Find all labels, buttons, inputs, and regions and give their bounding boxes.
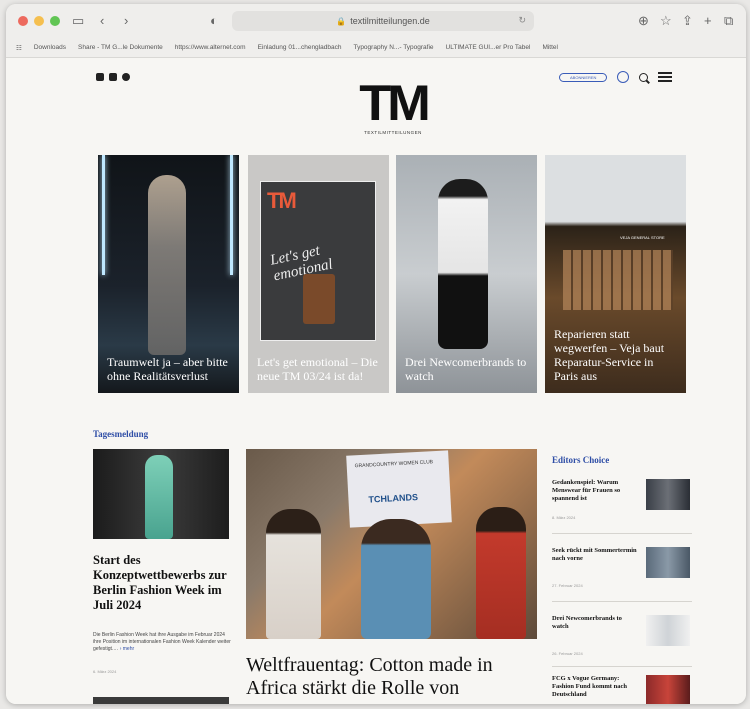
site-logo[interactable]: TM TEXTILMITTEILUNGEN — [356, 75, 431, 135]
bookmark-star-icon[interactable]: ☆ — [660, 13, 672, 29]
editors-choice-thumbnail — [646, 479, 690, 510]
divider — [552, 666, 692, 667]
divider — [552, 533, 692, 534]
read-more-link[interactable]: › mehr — [120, 646, 134, 652]
window-controls — [18, 16, 60, 26]
reload-icon[interactable]: ↻ — [518, 15, 526, 26]
teaser-caption: Let's get emotional – Die neue TM 03/24 … — [257, 355, 378, 383]
account-icon[interactable] — [617, 71, 630, 83]
browser-window: ▭ ‹ › ◐ 🔒 textilmitteilungen.de ↻ ⊕ ☆ ⇪ … — [6, 4, 746, 704]
editors-choice-item[interactable]: Gedankenspiel: Warum Menswear für Frauen… — [552, 479, 692, 535]
editors-choice-title: Drei Newcomerbrands to watch — [552, 615, 622, 630]
bookmark-item[interactable]: Mittel — [542, 44, 558, 51]
next-article-image[interactable] — [93, 697, 229, 704]
privacy-shield-icon[interactable]: ◐ — [210, 13, 218, 29]
editors-choice-item[interactable]: FCG x Vogue Germany: Fashion Fund kommt … — [552, 675, 692, 704]
chair-image — [303, 274, 335, 324]
header-actions: ABONNIEREN — [559, 71, 673, 83]
minimize-window-button[interactable] — [34, 16, 44, 26]
person-figure — [476, 507, 526, 639]
neon-decoration — [230, 155, 233, 275]
tagesmeldung-title[interactable]: Start des Konzeptwettbewerbs zur Berlin … — [93, 553, 233, 613]
tagesmeldung-image[interactable] — [93, 449, 229, 539]
logo-mark: TM — [359, 75, 431, 131]
tagesmeldung-text: Die Berlin Fashion Week hat ihre Ausgabe… — [93, 632, 233, 653]
fashion-model-image — [145, 455, 173, 539]
back-icon[interactable]: ‹ — [100, 13, 104, 29]
bookmarks-bar: ☷ Downloads Share - TM G...le Dokumente … — [6, 38, 746, 58]
editors-choice-date: 26. Februar 2024 — [552, 651, 583, 656]
tab-overview-icon[interactable]: ⧉ — [724, 13, 733, 29]
bookmarks-grid-icon[interactable]: ☷ — [16, 44, 22, 52]
banner-text: GRANDCOUNTRY WOMEN CLUB — [354, 459, 434, 470]
social-links — [96, 73, 130, 81]
main-story-image[interactable]: GRANDCOUNTRY WOMEN CLUB TCHLANDS — [246, 449, 537, 639]
editors-choice-title: FCG x Vogue Germany: Fashion Fund kommt … — [552, 675, 627, 698]
sidebar-icon[interactable]: ▭ — [72, 13, 84, 29]
tagesmeldung-excerpt: Die Berlin Fashion Week hat ihre Ausgabe… — [93, 632, 231, 652]
store-sign: VEJA GENERAL STORE — [620, 235, 665, 240]
editors-choice-thumbnail — [646, 675, 690, 704]
share-icon[interactable]: ⇪ — [682, 13, 693, 29]
tagesmeldung-date: 6. März 2024 — [93, 669, 117, 674]
url-text: textilmitteilungen.de — [350, 16, 430, 26]
teaser-caption: Drei Newcomerbrands to watch — [405, 355, 527, 383]
search-icon[interactable] — [639, 72, 649, 82]
magazine-cover-image: TM Let's get emotional — [260, 181, 376, 341]
facebook-icon[interactable] — [122, 73, 130, 81]
teaser-card[interactable]: VEJA GENERAL STORE Reparieren statt wegw… — [545, 155, 686, 393]
runway-model-image — [148, 175, 186, 355]
divider — [552, 601, 692, 602]
bookmark-item[interactable]: Share - TM G...le Dokumente — [78, 44, 163, 51]
editors-choice-title: Seek rückt mit Sommertermin nach vorne — [552, 547, 637, 562]
banner-logo: TCHLANDS — [368, 492, 419, 505]
bookmark-item[interactable]: Einladung 01...chengladbach — [258, 44, 342, 51]
address-bar[interactable]: 🔒 textilmitteilungen.de ↻ — [232, 11, 534, 31]
person-figure — [266, 509, 321, 639]
bookmark-item[interactable]: https://www.alternet.com — [175, 44, 246, 51]
editors-choice-date: 27. Februar 2024 — [552, 583, 583, 588]
teaser-card[interactable]: TM Let's get emotional Let's get emotion… — [248, 155, 389, 393]
bookmark-item[interactable]: Typography N...- Typografie — [353, 44, 433, 51]
linkedin-icon[interactable] — [109, 73, 117, 81]
teaser-caption: Traumwelt ja – aber bitte ohne Realitäts… — [107, 355, 228, 383]
editors-choice-item[interactable]: Seek rückt mit Sommertermin nach vorne 2… — [552, 547, 692, 603]
editors-choice-thumbnail — [646, 547, 690, 578]
web-page: TM TEXTILMITTEILUNGEN ABONNIEREN Traumwe… — [6, 59, 746, 704]
new-tab-icon[interactable]: + — [704, 13, 712, 29]
close-window-button[interactable] — [18, 16, 28, 26]
download-icon[interactable]: ⊕ — [638, 13, 649, 29]
main-story-title[interactable]: Weltfrauentag: Cotton made in Africa stä… — [246, 654, 546, 700]
club-banner: GRANDCOUNTRY WOMEN CLUB TCHLANDS — [346, 450, 452, 528]
teaser-card[interactable]: Drei Newcomerbrands to watch — [396, 155, 537, 393]
lock-icon: 🔒 — [336, 16, 347, 26]
editors-choice-item[interactable]: Drei Newcomerbrands to watch 26. Februar… — [552, 615, 692, 671]
neon-decoration — [102, 155, 105, 275]
magazine-logo: TM — [267, 188, 297, 213]
zoom-window-button[interactable] — [50, 16, 60, 26]
editors-choice-label: Editors Choice — [552, 455, 610, 465]
editors-choice-date: 8. März 2024 — [552, 515, 576, 520]
teaser-caption: Reparieren statt wegwerfen – Veja baut R… — [554, 327, 665, 383]
forward-icon[interactable]: › — [124, 13, 128, 29]
person-figure — [361, 519, 431, 639]
browser-toolbar: ▭ ‹ › ◐ 🔒 textilmitteilungen.de ↻ ⊕ ☆ ⇪ … — [6, 4, 746, 38]
menu-icon[interactable] — [658, 72, 673, 82]
editors-choice-title: Gedankenspiel: Warum Menswear für Frauen… — [552, 479, 621, 502]
subscribe-button[interactable]: ABONNIEREN — [559, 72, 608, 82]
editors-choice-thumbnail — [646, 615, 690, 646]
model-photo — [438, 179, 488, 349]
bookmark-item[interactable]: Downloads — [34, 44, 66, 51]
bookmark-item[interactable]: ULTIMATE GUI...er Pro Tabel — [446, 44, 531, 51]
tagesmeldung-label: Tagesmeldung — [93, 429, 149, 439]
store-interior-image — [563, 250, 673, 310]
instagram-icon[interactable] — [96, 73, 104, 81]
teaser-card[interactable]: Traumwelt ja – aber bitte ohne Realitäts… — [98, 155, 239, 393]
